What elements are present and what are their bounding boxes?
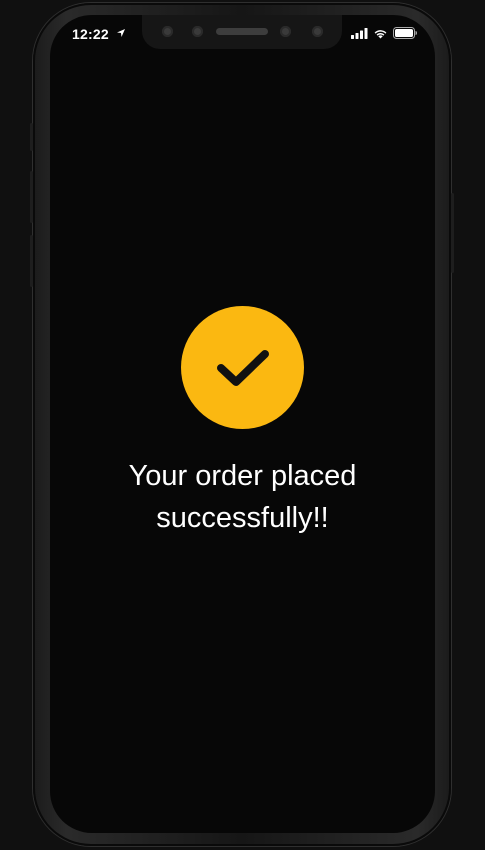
success-message-line1: Your order placed [128, 460, 357, 492]
status-icons [351, 26, 417, 40]
page: 12:22 Your order placed successfully!! [0, 0, 485, 850]
volume-down-button [30, 235, 33, 287]
sensor-dot [192, 26, 203, 37]
front-camera [312, 26, 323, 37]
notch [142, 15, 342, 49]
success-message-line2: successfully!! [156, 502, 329, 534]
volume-up-button [30, 171, 33, 223]
checkmark-icon [216, 349, 269, 386]
earpiece-speaker [216, 28, 268, 35]
power-button [451, 193, 454, 273]
phone-screen: 12:22 Your order placed successfully!! [50, 15, 435, 833]
battery-icon [393, 27, 417, 39]
side-button [30, 123, 33, 151]
sensor-dot [280, 26, 291, 37]
sensor-dot [162, 26, 173, 37]
checkmark-circle-icon [181, 306, 304, 429]
cellular-signal-icon [351, 27, 368, 39]
wifi-icon [374, 29, 387, 38]
status-time: 12:22 [72, 26, 109, 42]
success-message: Your order placed successfully!! [90, 455, 395, 539]
location-arrow-icon [117, 29, 125, 37]
